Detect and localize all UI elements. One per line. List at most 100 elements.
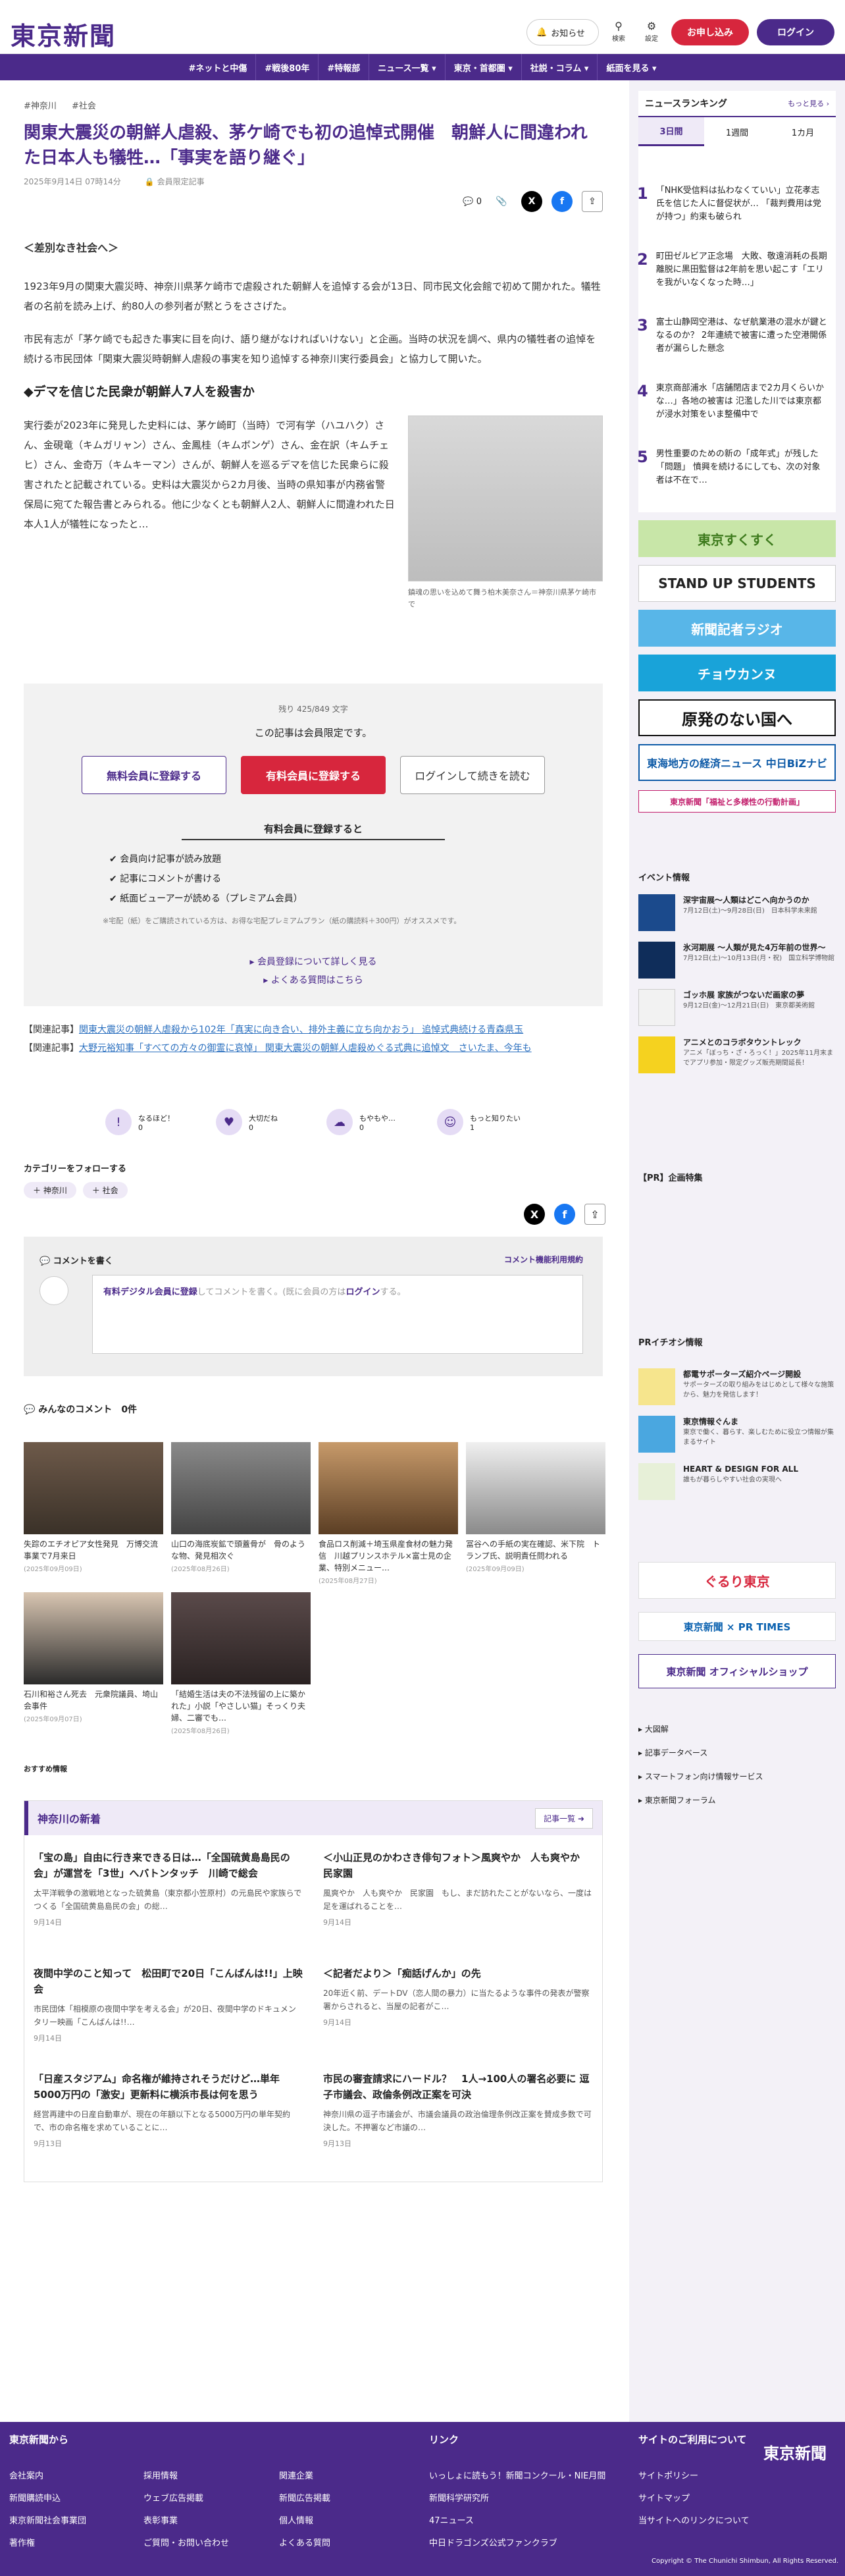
reaction-naruhodo[interactable]: ! なるほど！ 0 <box>105 1109 197 1135</box>
x-share-icon[interactable]: X <box>521 191 542 212</box>
rank-item-3[interactable]: 3 富士山静岡空港は、なぜ航業港の混水が鍵となるのか？ 2年連続で被害に遭った空港… <box>637 316 828 356</box>
photo-card-5[interactable]: 石川和裕さん死去 元衆院議員、埼山会事件 (2025年09月07日) <box>24 1592 163 1723</box>
footer-link[interactable]: 新聞購読申込 <box>9 2488 86 2510</box>
site-logo[interactable]: 東京新聞 <box>11 16 116 52</box>
banner-shop[interactable]: 東京新聞 オフィシャルショップ <box>638 1654 836 1688</box>
footer-link[interactable]: 採用情報 <box>143 2465 229 2488</box>
footer-link[interactable]: 東京新聞社会事業団 <box>9 2510 86 2533</box>
event-item-3[interactable]: ゴッホ展 家族がつないだ画家の夢 9月12日(金)〜12月21日(日) 東京都美術… <box>638 989 836 1026</box>
tab-1week[interactable]: 1週間 <box>704 117 770 146</box>
reaction-moyamoya[interactable]: ☁ もやもや… 0 <box>326 1109 419 1135</box>
rank-item-5[interactable]: 5 男性重要のための新の「成年式」が残した「問題」 憤興を続けるにしても、次の対象… <box>637 448 828 487</box>
footer-link[interactable]: いっしょに読もう！新聞コンクール・NIE月間 <box>429 2465 605 2488</box>
footer-link[interactable]: 個人情報 <box>279 2510 330 2533</box>
banner-prtimes[interactable]: 東京新聞 × PR TIMES <box>638 1612 836 1641</box>
register-info-link[interactable]: ▸ 会員登録について詳しく見る <box>24 955 603 968</box>
faq-link[interactable]: ▸ よくある質問はこちら <box>24 973 603 986</box>
tab-3days[interactable]: 3日間 <box>638 117 704 146</box>
photo-card-4[interactable]: 冨谷への手紙の実在確認、米下院 トランプ氏、説明責任問われる (2025年09月0… <box>466 1442 605 1573</box>
photo-card-2[interactable]: 山口の海底炭鉱で頭蓋骨が 骨のような物、発見相次ぐ (2025年08月26日) <box>171 1442 311 1573</box>
footer-link[interactable]: 新聞広告掲載 <box>279 2488 330 2510</box>
tab-1month[interactable]: 1カ月 <box>770 117 836 146</box>
nav-item-2[interactable]: #戦後80年 <box>256 54 319 80</box>
ranking-more-link[interactable]: もっと見る › <box>788 98 829 109</box>
notice-button[interactable]: 🔔 お知らせ <box>526 19 599 45</box>
nav-item-4[interactable]: ニュース一覧 ▾ <box>369 54 446 80</box>
comment-input[interactable]: 有料デジタル会員に登録してコメントを書く。(既に会員の方はログインする。 <box>92 1275 583 1354</box>
comment-login-link[interactable]: ログイン <box>346 1287 380 1297</box>
facebook-share-icon[interactable]: f <box>551 191 573 212</box>
reaction-motto[interactable]: ☺ もっと知りたい 1 <box>437 1109 529 1135</box>
footer-link[interactable]: 会社案内 <box>9 2465 86 2488</box>
kanagawa-item-1[interactable]: 「宝の島」自由に行き来できる日は…「全国硫黄島島民の会」が運営を「3世」へバトン… <box>34 1850 303 1927</box>
banner-diversity[interactable]: 東京新聞「福祉と多様性の行動計画」 <box>638 790 836 813</box>
nav-item-5[interactable]: 東京・首都圏 ▾ <box>446 54 522 80</box>
banner-bizunavi[interactable]: 東海地方の経済ニュース 中日BiZナビ <box>638 744 836 781</box>
footer-link[interactable]: 表彰事業 <box>143 2510 229 2533</box>
footer-link[interactable]: 中日ドラゴンズ公式ファンクラブ <box>429 2533 605 2555</box>
kanagawa-item-4[interactable]: ＜記者だより＞「痴話げんか」の先 20年近く前、デートDV（恋人間の暴力）に当たる… <box>323 1966 593 2027</box>
footer-link[interactable]: ご質問・お問い合わせ <box>143 2533 229 2555</box>
rank-item-2[interactable]: 2 町田ゼルビア正念場 大敗、敬遠消耗の長期離脱に黒田監督は2年前を思い起こす「エ… <box>637 250 828 290</box>
sidebar-link[interactable]: ▸ 記事データベース <box>638 1741 763 1765</box>
sidebar-link[interactable]: ▸ スマートフォン向け情報サービス <box>638 1765 763 1788</box>
banner-sukusuku[interactable]: 東京すくすく <box>638 520 836 557</box>
facebook-share-icon[interactable]: f <box>554 1204 575 1225</box>
rank-item-1[interactable]: 1 「NHK受信料は払わなくていい」立花孝志氏を信じた人に督促状が… 「裁判費用は… <box>637 184 828 224</box>
nav-item-3[interactable]: #特報部 <box>319 54 370 80</box>
tag-society[interactable]: #社会 <box>72 101 96 111</box>
banner-gururi[interactable]: ぐるり東京 <box>638 1562 836 1599</box>
search-button[interactable]: ⚲ 検索 <box>605 20 632 43</box>
clip-icon[interactable]: 📎 <box>491 191 512 212</box>
paid-register-button[interactable]: 有料会員に登録する <box>241 756 386 794</box>
event-item-1[interactable]: 深宇宙展〜人類はどこへ向かうのか 7月12日(土)〜9月28日(日) 日本科学未来… <box>638 894 836 931</box>
reaction-taisetsu[interactable]: ♥ 大切だね 0 <box>216 1109 308 1135</box>
event-item-4[interactable]: アニメとのコラボタウントレック アニメ「ぼっち・ざ・ろっく！」2025年11月末ま… <box>638 1036 836 1073</box>
banner-chokannu[interactable]: チョウカンヌ <box>638 655 836 691</box>
banner-genpatsu[interactable]: 原発のない国へ <box>638 699 836 736</box>
footer-link[interactable]: 当サイトへのリンクについて <box>638 2510 750 2533</box>
follow-tag-society[interactable]: ＋ 社会 <box>82 1182 128 1198</box>
comment-rules-link[interactable]: コメント機能利用規約 <box>504 1254 583 1265</box>
photo-card-3[interactable]: 食品ロス削減＋埼玉県産食材の魅力発信 川越プリンスホテル×富士見の企業、特別メニ… <box>319 1442 458 1585</box>
related-link-1[interactable]: 関東大震災の朝鮮人虐殺から102年「真実に向き合い、排外主義に立ち向かおう」 追… <box>79 1025 523 1035</box>
banner-radio[interactable]: 新聞記者ラジオ <box>638 610 836 647</box>
login-button[interactable]: ログイン <box>757 19 834 45</box>
rank-item-4[interactable]: 4 東京商部浦水「店舗閉店まで2カ月くらいかな…」各地の被害は 氾濫した川では東京… <box>637 382 828 421</box>
footer-link[interactable]: サイトポリシー <box>638 2465 750 2488</box>
tag-kanagawa[interactable]: #神奈川 <box>24 101 57 111</box>
footer-link[interactable]: 関連企業 <box>279 2465 330 2488</box>
sidebar-link[interactable]: ▸ 大図解 <box>638 1717 763 1741</box>
nav-item-6[interactable]: 社説・コラム ▾ <box>522 54 598 80</box>
related-link-2[interactable]: 大野元裕知事「すべての方々の御霊に哀悼」 関東大震災の朝鮮人虐殺めぐる式典に追悼… <box>79 1043 532 1054</box>
kanagawa-item-5[interactable]: 「日産スタジアム」命名権が維持されそうだけど…単年5000万円の「激安」更新料に… <box>34 2071 303 2149</box>
footer-link[interactable]: ウェブ広告掲載 <box>143 2488 229 2510</box>
footer-link[interactable]: 新聞科学研究所 <box>429 2488 605 2510</box>
article-photo[interactable] <box>408 416 603 581</box>
pr-item-2[interactable]: 東京情報ぐんま 東京で働く、暮らす、楽しむために役立つ情報が集まるサイト <box>638 1416 836 1453</box>
free-register-button[interactable]: 無料会員に登録する <box>82 756 226 794</box>
kanagawa-item-2[interactable]: ＜小山正見のかわさき俳句フォト＞風爽やか 人も爽やか 民家園 風爽やか 人も爽やか… <box>323 1850 593 1927</box>
footer-link[interactable]: 著作権 <box>9 2533 86 2555</box>
pr-item-1[interactable]: 都電サポーターズ紹介ページ開設 サポーターズの取り組みをはじめとして様々な施策から… <box>638 1368 836 1405</box>
kanagawa-item-6[interactable]: 市民の審査請求にハードル？ 1人→100人の署名必要に 逗子市議会、政倫条例改正… <box>323 2071 593 2149</box>
photo-card-1[interactable]: 失踪のエチオピア女性発見 万博交流事業で7月来日 (2025年09月09日) <box>24 1442 163 1573</box>
nav-item-1[interactable]: #ネットと中傷 <box>180 54 257 80</box>
banner-stand-up[interactable]: STAND UP STUDENTS <box>638 565 836 602</box>
share-icon[interactable]: ⇪ <box>582 191 603 212</box>
follow-tag-kanagawa[interactable]: ＋ 神奈川 <box>24 1182 76 1198</box>
footer-link[interactable]: 47ニュース <box>429 2510 605 2533</box>
photo-card-6[interactable]: 「結婚生活は夫の不法残留の上に築かれた」小説「やさしい猫」そっくり夫婦、二審でも… <box>171 1592 311 1735</box>
subscribe-button[interactable]: お申し込み <box>671 19 749 45</box>
x-share-icon[interactable]: X <box>524 1204 545 1225</box>
login-continue-button[interactable]: ログインして続きを読む <box>400 756 545 794</box>
comment-register-link[interactable]: 有料デジタル会員に登録 <box>103 1287 197 1297</box>
kanagawa-item-3[interactable]: 夜間中学のこと知って 松田町で20日「こんばんは!!」上映会 市民団体「相模原の夜… <box>34 1966 303 2043</box>
nav-item-7[interactable]: 紙面を見る ▾ <box>598 54 665 80</box>
event-item-2[interactable]: 氷河期展 〜人類が見た4万年前の世界〜 7月12日(土)〜10月13日(月・祝) … <box>638 942 836 979</box>
sidebar-link[interactable]: ▸ 東京新聞フォーラム <box>638 1788 763 1812</box>
pr-item-3[interactable]: HEART & DESIGN FOR ALL 誰もが暮らしやすい社会の実現へ <box>638 1463 836 1500</box>
settings-button[interactable]: ⚙ 設定 <box>638 20 665 43</box>
share-icon[interactable]: ⇪ <box>584 1204 605 1225</box>
comment-count[interactable]: 💬 0 <box>463 197 482 207</box>
